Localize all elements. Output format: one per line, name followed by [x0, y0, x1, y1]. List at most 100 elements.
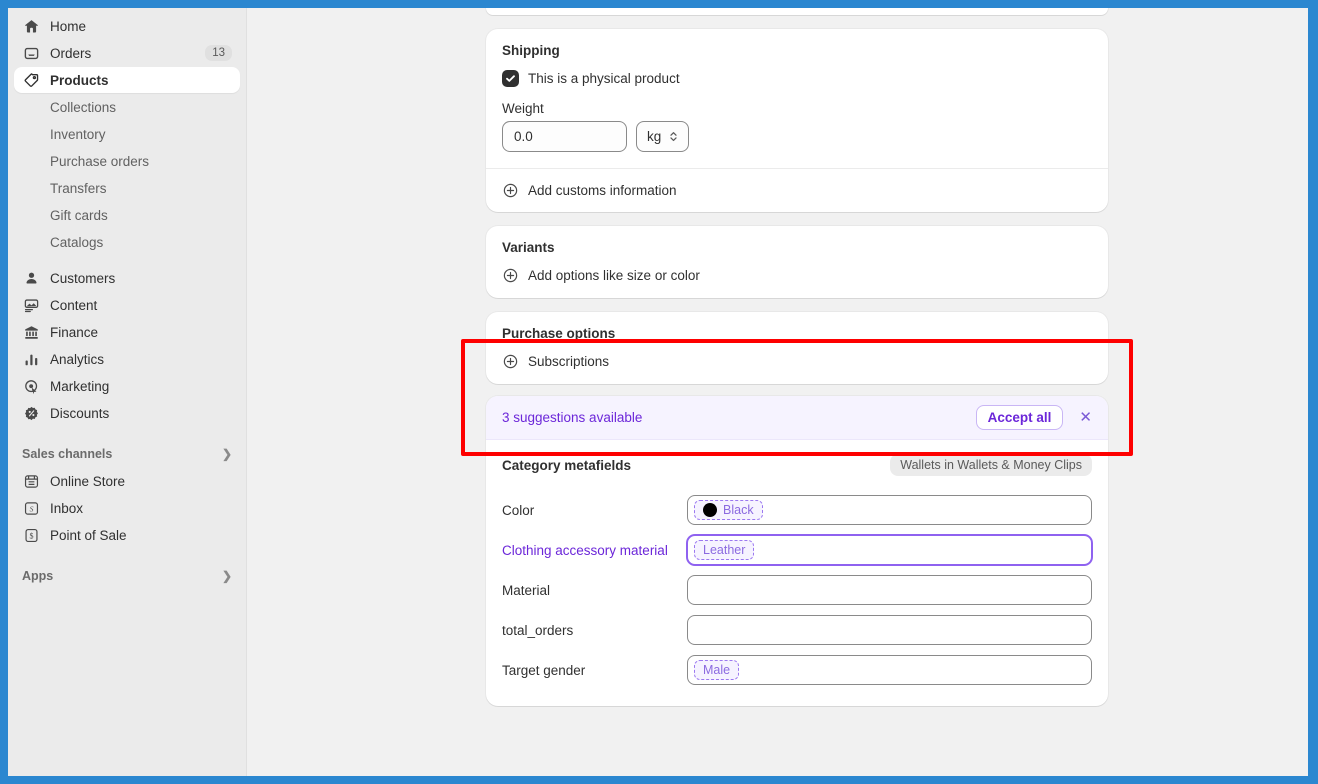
- sidebar-item-point-of-sale[interactable]: $ Point of Sale: [14, 522, 240, 548]
- suggestion-chip-label: Leather: [703, 543, 746, 557]
- sidebar-subitem-label: Purchase orders: [50, 153, 150, 169]
- orders-count-badge: 13: [205, 45, 232, 61]
- category-metafields-title: Category metafields: [502, 457, 632, 473]
- category-metafields-header: Category metafields Wallets in Wallets &…: [486, 440, 1108, 480]
- metafield-row-material: Material: [502, 570, 1092, 610]
- variants-card: Variants Add options like size or color: [486, 226, 1108, 298]
- inbox-chat-icon: S: [22, 499, 40, 517]
- sidebar-item-label: Marketing: [50, 378, 110, 394]
- category-badge[interactable]: Wallets in Wallets & Money Clips: [890, 454, 1092, 476]
- discount-percent-icon: [22, 404, 40, 422]
- metafield-row-target-gender: Target gender Male: [502, 650, 1092, 690]
- app-viewport: Home Orders 13 Products Collections Inve…: [8, 8, 1308, 776]
- chevron-right-icon[interactable]: ❯: [222, 448, 232, 460]
- category-metafields-card: 3 suggestions available Accept all ✕ Cat…: [486, 396, 1108, 706]
- metafield-label: Material: [502, 582, 551, 598]
- suggestions-actions: Accept all ✕: [975, 405, 1096, 430]
- suggestions-count-text: 3 suggestions available: [502, 410, 643, 425]
- sidebar-group-sales-channels[interactable]: Sales channels ❯: [14, 442, 240, 466]
- sidebar-item-label: Online Store: [50, 473, 126, 489]
- physical-product-row[interactable]: This is a physical product: [502, 70, 1092, 87]
- metafield-row-color: Color Black: [502, 490, 1092, 530]
- suggestion-chip-label: Male: [703, 663, 731, 677]
- metafield-label: Color: [502, 502, 535, 518]
- physical-product-checkbox[interactable]: [502, 70, 519, 87]
- shipping-title: Shipping: [502, 43, 560, 58]
- previous-card-partial: [486, 8, 1108, 15]
- sidebar-item-label: Point of Sale: [50, 527, 127, 543]
- bar-chart-icon: [22, 350, 40, 368]
- sidebar-item-label: Finance: [50, 324, 99, 340]
- sidebar-subitem-label: Inventory: [50, 126, 106, 142]
- sidebar-item-purchase-orders[interactable]: Purchase orders: [14, 148, 240, 174]
- person-icon: [22, 269, 40, 287]
- weight-unit-value: kg: [647, 129, 662, 144]
- metafield-label: Target gender: [502, 662, 586, 678]
- suggestion-chip-gender[interactable]: Male: [694, 660, 740, 680]
- circle-plus-icon: [502, 353, 519, 370]
- svg-text:$: $: [29, 531, 33, 540]
- subscriptions-button[interactable]: Subscriptions: [502, 353, 1092, 370]
- sidebar-item-gift-cards[interactable]: Gift cards: [14, 202, 240, 228]
- svg-text:S: S: [29, 504, 33, 513]
- sidebar-subitem-label: Gift cards: [50, 207, 108, 223]
- megaphone-target-icon: [22, 377, 40, 395]
- sidebar-subitem-label: Transfers: [50, 180, 107, 196]
- sales-channels-label: Sales channels: [22, 447, 113, 461]
- weight-unit-select[interactable]: kg: [636, 121, 690, 152]
- sidebar-item-label: Content: [50, 297, 98, 313]
- content-image-icon: [22, 296, 40, 314]
- metafield-input-material[interactable]: [687, 575, 1092, 605]
- metafield-rows: Color Black Clothing accessory material: [486, 480, 1108, 706]
- metafield-row-clothing-accessory-material: Clothing accessory material Leather: [502, 530, 1092, 570]
- home-icon: [22, 17, 40, 35]
- product-tag-icon: [22, 71, 40, 89]
- suggestion-chip-material[interactable]: Leather: [694, 540, 755, 560]
- sidebar-item-label: Inbox: [50, 500, 84, 516]
- metafield-input-total-orders[interactable]: [687, 615, 1092, 645]
- variants-title: Variants: [502, 240, 555, 255]
- subscriptions-label: Subscriptions: [528, 354, 610, 369]
- main-content: Shipping This is a physical product Weig…: [248, 8, 1308, 776]
- sidebar-item-products[interactable]: Products: [14, 67, 240, 93]
- sidebar-item-finance[interactable]: Finance: [14, 319, 240, 345]
- metafield-input-color[interactable]: Black: [687, 495, 1092, 525]
- add-options-button[interactable]: Add options like size or color: [502, 267, 1092, 284]
- suggestion-chip-label: Black: [723, 503, 754, 517]
- add-customs-information-button[interactable]: Add customs information: [486, 169, 1108, 212]
- sidebar-item-inbox[interactable]: S Inbox: [14, 495, 240, 521]
- weight-input[interactable]: [502, 121, 627, 152]
- chevron-updown-icon: [669, 130, 678, 143]
- accept-all-button[interactable]: Accept all: [975, 405, 1064, 430]
- sidebar-item-label: Orders: [50, 45, 92, 61]
- sidebar-item-label: Customers: [50, 270, 116, 286]
- apps-label: Apps: [22, 569, 54, 583]
- orders-inbox-icon: [22, 44, 40, 62]
- suggestion-chip-color[interactable]: Black: [694, 500, 763, 520]
- sidebar-item-online-store[interactable]: Online Store: [14, 468, 240, 494]
- metafield-input-target-gender[interactable]: Male: [687, 655, 1092, 685]
- close-icon[interactable]: ✕: [1075, 408, 1096, 427]
- weight-label: Weight: [502, 101, 544, 116]
- sidebar-item-analytics[interactable]: Analytics: [14, 346, 240, 372]
- sidebar-item-content[interactable]: Content: [14, 292, 240, 318]
- circle-plus-icon: [502, 182, 519, 199]
- shipping-card: Shipping This is a physical product Weig…: [486, 29, 1108, 212]
- sidebar-item-label: Analytics: [50, 351, 105, 367]
- sidebar-item-customers[interactable]: Customers: [14, 265, 240, 291]
- chevron-right-icon[interactable]: ❯: [222, 570, 232, 582]
- sidebar-item-inventory[interactable]: Inventory: [14, 121, 240, 147]
- metafield-input-clothing-accessory-material[interactable]: Leather: [687, 535, 1092, 565]
- physical-product-label: This is a physical product: [528, 71, 680, 86]
- sidebar-item-discounts[interactable]: Discounts: [14, 400, 240, 426]
- purchase-options-title: Purchase options: [502, 326, 616, 341]
- sidebar-group-apps[interactable]: Apps ❯: [14, 564, 240, 588]
- metafield-label: Clothing accessory material: [502, 542, 668, 558]
- sidebar-item-home[interactable]: Home: [14, 13, 240, 39]
- sidebar-item-orders[interactable]: Orders 13: [14, 40, 240, 66]
- sidebar-item-catalogs[interactable]: Catalogs: [14, 229, 240, 255]
- sidebar-item-marketing[interactable]: Marketing: [14, 373, 240, 399]
- sidebar-item-transfers[interactable]: Transfers: [14, 175, 240, 201]
- metafield-row-total-orders: total_orders: [502, 610, 1092, 650]
- sidebar-item-collections[interactable]: Collections: [14, 94, 240, 120]
